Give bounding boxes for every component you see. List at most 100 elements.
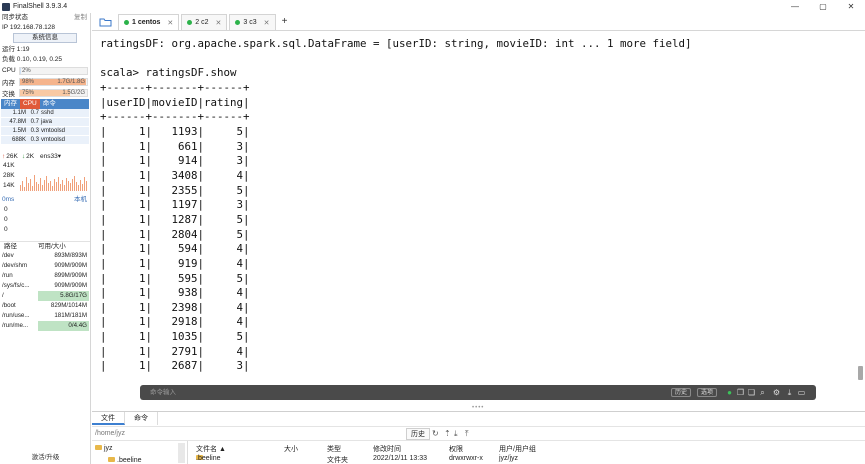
- latency-host[interactable]: 本机: [74, 195, 87, 205]
- uptime-text: 运行 1:19: [2, 46, 30, 53]
- download-arrow-icon: ↓: [21, 152, 26, 160]
- tab-commands[interactable]: 命令: [125, 412, 158, 425]
- column-header-size[interactable]: 大小: [284, 444, 298, 454]
- upload-icon[interactable]: ⤒: [465, 428, 469, 440]
- search-icon[interactable]: ⌕: [758, 388, 767, 397]
- copy-icon[interactable]: ❐: [736, 388, 745, 397]
- network-traffic-bar: [68, 181, 69, 191]
- network-traffic-bar: [66, 178, 67, 191]
- tab-files[interactable]: 文件: [92, 412, 125, 425]
- network-traffic-bar: [82, 184, 83, 191]
- tab-1-centos[interactable]: 1 centos ✕: [118, 14, 180, 30]
- disk-size: 829M/1014M: [50, 302, 87, 309]
- folder-icon[interactable]: [96, 14, 114, 30]
- tab-3-c3[interactable]: 3 c3 ✕: [229, 14, 276, 30]
- paste-icon[interactable]: ❏: [747, 388, 756, 397]
- gear-icon[interactable]: ⚙: [772, 388, 781, 397]
- refresh-icon[interactable]: ↻: [432, 428, 439, 440]
- network-traffic-bar: [64, 185, 65, 191]
- disk-size: 893M/893M: [54, 252, 87, 259]
- cpu-usage-bar: 2%: [19, 66, 88, 75]
- disk-row: / 5.8G/17G: [0, 291, 90, 301]
- close-tab-icon[interactable]: ✕: [216, 19, 222, 27]
- window-controls: — ▢ ✕: [781, 0, 865, 13]
- download-rate: 2K: [26, 152, 35, 160]
- latency-header: 0ms 本机: [0, 195, 90, 205]
- download-icon[interactable]: ⤓: [785, 388, 794, 397]
- history-button[interactable]: 历史: [671, 388, 692, 397]
- disk-row: /run/me... 0/4.4G: [0, 321, 90, 331]
- disk-row: /sys/fs/c... 909M/909M: [0, 281, 90, 291]
- add-tab-icon[interactable]: +: [278, 14, 292, 30]
- path-history-button[interactable]: 历史: [406, 428, 430, 440]
- process-mem: 1.5M: [12, 128, 26, 134]
- process-cmd: vmtoolsd: [41, 137, 66, 143]
- tree-node-child[interactable]: .beeline: [108, 456, 142, 464]
- process-tab-cpu[interactable]: CPU: [20, 99, 40, 109]
- network-traffic-bar: [54, 179, 55, 191]
- system-info-button[interactable]: 系统信息: [13, 33, 77, 43]
- network-traffic-bar: [60, 184, 61, 191]
- network-traffic-bar: [28, 183, 29, 191]
- command-input-bar[interactable]: 命令输入 历史 选项 ● ❐ ❏ ⌕ ⚙ ⤓ ▭: [140, 385, 816, 400]
- column-header-type[interactable]: 类型: [327, 444, 341, 454]
- file-browser: jyz .beeline 文件名 ▲ 大小 类型 修改时间 权限 用户/用户组 …: [92, 440, 865, 464]
- process-row[interactable]: 47.8M 0.7 java: [1, 118, 89, 127]
- tree-scrollbar[interactable]: [178, 443, 185, 463]
- minimize-icon[interactable]: —: [781, 0, 809, 13]
- column-header-permissions[interactable]: 权限: [449, 444, 463, 454]
- cpu-percent: 2%: [22, 67, 31, 74]
- connected-dot-icon: [124, 20, 129, 25]
- close-tab-icon[interactable]: ✕: [264, 19, 270, 27]
- process-row[interactable]: 1.5M 0.3 vmtoolsd: [1, 127, 89, 136]
- terminal-line: | 1| 1197| 3|: [100, 198, 250, 212]
- activate-upgrade-link[interactable]: 激活/升级: [0, 451, 90, 461]
- column-header-modified[interactable]: 修改时间: [373, 444, 401, 454]
- terminal-line: | 1| 594| 4|: [100, 242, 250, 256]
- current-path[interactable]: /home/jyz: [95, 427, 125, 441]
- network-traffic-bar: [26, 177, 27, 191]
- network-interface-select[interactable]: ens33: [40, 153, 58, 160]
- expand-icon[interactable]: ▭: [797, 388, 806, 397]
- process-row[interactable]: 688K 0.3 vmtoolsd: [1, 136, 89, 145]
- column-header-name[interactable]: 文件名 ▲: [196, 444, 226, 454]
- process-cpu: 0.3: [30, 128, 39, 134]
- scrollbar-thumb[interactable]: [858, 366, 863, 380]
- terminal-line: scala> ratingsDF.show: [100, 66, 237, 80]
- disk-path-header: 路径: [4, 243, 17, 250]
- terminal-scrollbar[interactable]: [856, 31, 865, 408]
- process-cmd: java: [41, 119, 53, 125]
- disk-row: /run/use... 181M/181M: [0, 311, 90, 321]
- tab-2-c2[interactable]: 2 c2 ✕: [181, 14, 228, 30]
- process-tab-memory[interactable]: 内存: [1, 99, 20, 109]
- disk-size: 0/4.4G: [38, 321, 89, 331]
- options-button[interactable]: 选项: [697, 388, 718, 397]
- process-tab-command[interactable]: 命令: [40, 99, 59, 109]
- tab-label: 3 c3: [243, 19, 257, 26]
- parent-dir-icon[interactable]: ⇡: [444, 428, 451, 440]
- network-traffic-bar: [34, 175, 35, 191]
- close-tab-icon[interactable]: ✕: [167, 19, 173, 27]
- disk-path: /: [2, 292, 4, 299]
- disk-path: /dev/shm: [2, 262, 28, 269]
- process-row[interactable]: 1.1M 0.7 sshd: [1, 109, 89, 118]
- disk-row: /run 899M/909M: [0, 271, 90, 281]
- network-traffic-chart: 41K 28K 14K: [2, 161, 88, 193]
- disk-size: 899M/909M: [54, 272, 87, 279]
- tree-node-root[interactable]: jyz: [95, 444, 113, 453]
- close-icon[interactable]: ✕: [837, 0, 865, 13]
- copy-link[interactable]: 复制: [74, 13, 87, 23]
- download-icon[interactable]: ⤓: [454, 428, 458, 440]
- network-traffic-bar: [36, 182, 37, 191]
- maximize-icon[interactable]: ▢: [809, 0, 837, 13]
- terminal-output[interactable]: ratingsDF: org.apache.spark.sql.DataFram…: [92, 31, 856, 381]
- disk-row: /dev/shm 909M/909M: [0, 261, 90, 271]
- file-owner: jyz/jyz: [499, 455, 519, 462]
- chevron-down-icon[interactable]: ▾: [58, 152, 61, 160]
- terminal-line: | 1| 661| 3|: [100, 139, 250, 153]
- command-input-placeholder[interactable]: 命令输入: [150, 385, 176, 400]
- column-header-owner[interactable]: 用户/用户组: [499, 444, 536, 454]
- disk-table: /dev 893M/893M /dev/shm 909M/909M /run 899M…: [0, 251, 90, 331]
- sync-status-label: 同步状态: [2, 14, 28, 21]
